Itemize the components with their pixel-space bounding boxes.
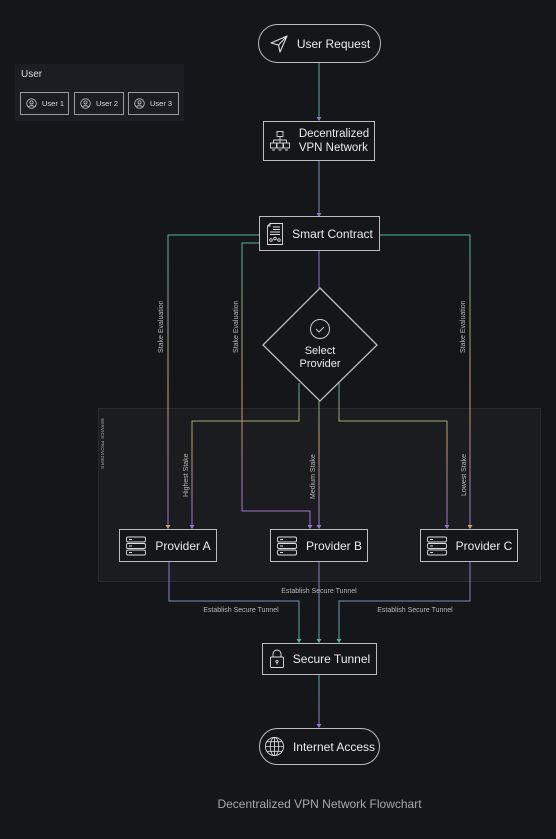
smart-contract-node[interactable]: Smart Contract [259, 216, 380, 251]
stake-eval-label: Stake Evaluation [233, 300, 240, 353]
globe-icon [264, 737, 284, 756]
node-label: VPN Network [298, 142, 368, 154]
provider-b-node[interactable]: Provider B [270, 529, 368, 562]
provider-c-node[interactable]: Provider C [420, 529, 518, 562]
node-label: Provider B [305, 538, 363, 553]
server-icon [126, 536, 147, 555]
edge-stake-eval-a [167, 234, 259, 526]
node-label: Secure Tunnel [292, 652, 371, 666]
send-icon [270, 34, 288, 53]
node-label: Provider A [155, 538, 211, 553]
node-label: Decentralized [298, 128, 370, 140]
contract-icon [267, 222, 284, 245]
edge-lowest-stake [338, 383, 448, 526]
node-label: Smart Contract [292, 226, 373, 241]
edge-tunnel-a [168, 562, 300, 640]
internet-access-node[interactable]: Internet Access [259, 728, 380, 765]
tunnel-label: Establish Secure Tunnel [377, 607, 453, 614]
user-request-node[interactable]: User Request [258, 24, 381, 63]
server-icon [277, 536, 297, 555]
highest-stake-label: Highest Stake [183, 453, 190, 497]
diagram-title: Decentralized VPN Network Flowchart [217, 797, 422, 811]
tunnel-label: Establish Secure Tunnel [203, 607, 279, 614]
server-icon [426, 536, 447, 555]
edge-stake-eval-b [241, 242, 311, 526]
medium-stake-label: Medium Stake [310, 454, 317, 499]
edge-highest-stake [191, 383, 300, 526]
lowest-stake-label: Lowest Stake [461, 454, 468, 496]
node-label: Provider C [455, 538, 513, 553]
select-provider-diamond: Select Provider [262, 287, 378, 402]
lock-icon [269, 649, 284, 668]
select-provider-label: Select [305, 345, 336, 357]
stake-eval-label: Stake Evaluation [158, 300, 165, 353]
secure-tunnel-node[interactable]: Secure Tunnel [262, 643, 377, 675]
node-label: User Request [296, 36, 371, 51]
network-icon [269, 131, 290, 151]
node-label: Internet Access [292, 739, 376, 754]
stake-eval-label: Stake Evaluation [460, 300, 467, 353]
vpn-network-node[interactable]: Decentralized VPN Network [263, 121, 375, 161]
provider-a-node[interactable]: Provider A [119, 529, 217, 562]
select-provider-label: Provider [300, 358, 341, 370]
tunnel-label: Establish Secure Tunnel [281, 588, 357, 595]
edge-tunnel-c [338, 562, 471, 640]
edge-stake-eval-c [380, 234, 471, 526]
